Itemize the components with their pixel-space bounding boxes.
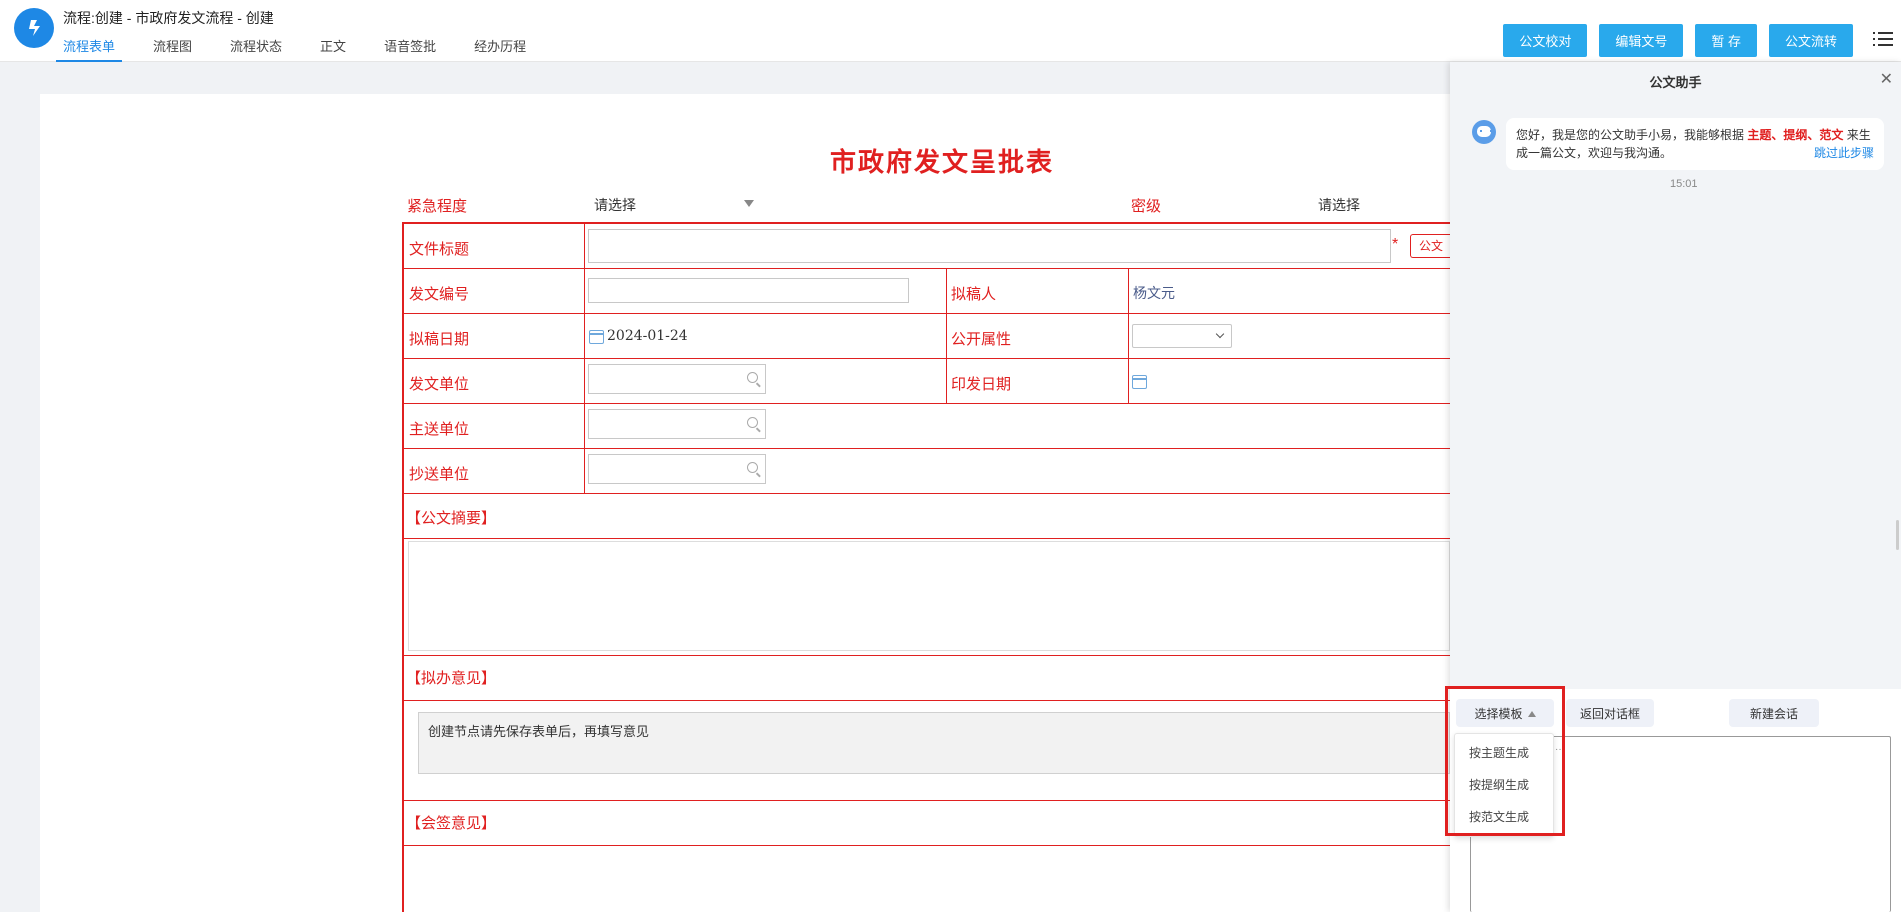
cc-label: 抄送单位 bbox=[409, 465, 470, 483]
proofread-button[interactable]: 公文校对 bbox=[1503, 24, 1588, 57]
skip-step-link[interactable]: 跳过此步骤 bbox=[1814, 144, 1874, 162]
tab-flow-form[interactable]: 流程表单 bbox=[56, 38, 123, 62]
assistant-title: 公文助手 bbox=[1649, 75, 1702, 90]
drafter-value: 杨文元 bbox=[1133, 286, 1175, 302]
keyword-topic: 主题 bbox=[1747, 128, 1772, 142]
tab-history[interactable]: 经办历程 bbox=[467, 38, 533, 62]
keyword-outline: 提纲 bbox=[1783, 128, 1808, 142]
urgency-dropdown-icon[interactable] bbox=[744, 200, 754, 207]
issuer-label: 发文单位 bbox=[409, 375, 470, 393]
print-date-label: 印发日期 bbox=[951, 375, 1012, 393]
window-title: 流程:创建 - 市政府发文流程 - 创建 bbox=[63, 10, 274, 26]
row-summary-label bbox=[404, 494, 1450, 539]
back-to-chat-button[interactable]: 返回对话框 bbox=[1566, 699, 1654, 727]
flow-button[interactable]: 公文流转 bbox=[1768, 24, 1853, 57]
close-icon[interactable]: ✕ bbox=[1880, 69, 1893, 89]
chevron-down-icon bbox=[1215, 329, 1225, 339]
template-dropdown: ··· 按主题生成 按提纲生成 按范文生成 bbox=[1454, 733, 1565, 837]
chat-history: 公文助手 ✕ 您好，我是您的公文助手小易，我能够根据 主题、提纲、范文 来生成一… bbox=[1450, 62, 1901, 689]
required-star: * bbox=[1392, 236, 1399, 253]
app-logo-icon bbox=[14, 8, 54, 48]
print-date-calendar-icon[interactable] bbox=[1132, 375, 1147, 389]
tab-bar: 流程表单 流程图 流程状态 正文 语音签批 经办历程 bbox=[56, 38, 557, 62]
doc-number-label: 发文编号 bbox=[409, 285, 470, 303]
more-dots-icon: ··· bbox=[1555, 744, 1565, 755]
row-countersign-label bbox=[404, 801, 1450, 846]
toolbar-actions: 公文校对 编辑文号 暂 存 公文流转 bbox=[1503, 24, 1853, 57]
scrollbar-handle[interactable] bbox=[1896, 520, 1899, 550]
tab-flow-status[interactable]: 流程状态 bbox=[223, 38, 289, 62]
save-draft-button[interactable]: 暂 存 bbox=[1695, 24, 1757, 57]
opinion-box[interactable]: 创建节点请先保存表单后，再填写意见 bbox=[418, 712, 1450, 774]
row-issuer bbox=[404, 359, 1450, 404]
issuer-input[interactable] bbox=[588, 364, 766, 394]
drafter-label: 拟稿人 bbox=[951, 285, 997, 303]
search-icon[interactable] bbox=[747, 417, 758, 428]
draft-date-label: 拟稿日期 bbox=[409, 330, 470, 348]
secret-level-label: 密级 bbox=[1131, 197, 1162, 215]
triangle-up-icon bbox=[1527, 710, 1536, 717]
dropdown-item-outline[interactable]: 按提纲生成 bbox=[1455, 769, 1553, 801]
main-recipient-label: 主送单位 bbox=[409, 420, 470, 438]
greeting-text: 您好，我是您的公文助手小易，我能够根据 bbox=[1516, 128, 1748, 142]
calendar-icon[interactable] bbox=[589, 330, 604, 344]
menu-list-icon[interactable] bbox=[1873, 32, 1893, 50]
row-opinion-label bbox=[404, 656, 1450, 701]
tab-voice-sign[interactable]: 语音签批 bbox=[377, 38, 443, 62]
search-icon[interactable] bbox=[747, 372, 758, 383]
draft-date-value[interactable]: 2024-01-24 bbox=[607, 328, 688, 344]
keyword-sample: 范文 bbox=[1819, 128, 1844, 142]
top-bar: 流程:创建 - 市政府发文流程 - 创建 流程表单 流程图 流程状态 正文 语音… bbox=[0, 0, 1901, 62]
row-cc bbox=[404, 449, 1450, 494]
summary-textarea[interactable] bbox=[408, 541, 1450, 651]
search-icon[interactable] bbox=[747, 462, 758, 473]
tab-flow-chart[interactable]: 流程图 bbox=[146, 38, 199, 62]
countersign-label: 【会签意见】 bbox=[406, 814, 497, 832]
main-recipient-input[interactable] bbox=[588, 409, 766, 439]
doc-title-label: 文件标题 bbox=[409, 240, 470, 258]
assistant-message: 您好，我是您的公文助手小易，我能够根据 主题、提纲、范文 来生成一篇公文，欢迎与… bbox=[1506, 118, 1884, 170]
summary-label: 【公文摘要】 bbox=[406, 509, 497, 527]
doc-number-input[interactable] bbox=[588, 278, 909, 303]
row-draft-date bbox=[404, 314, 1450, 359]
doc-title-input[interactable] bbox=[588, 229, 1391, 263]
secret-level-select[interactable]: 请选择 bbox=[1318, 195, 1360, 215]
assistant-toolbar: 选择模板 返回对话框 新建会话 bbox=[1450, 689, 1901, 735]
message-time: 15:01 bbox=[1670, 178, 1698, 190]
edit-number-button[interactable]: 编辑文号 bbox=[1599, 24, 1684, 57]
dropdown-item-sample[interactable]: 按范文生成 bbox=[1455, 801, 1553, 833]
form-title: 市政府发文呈批表 bbox=[830, 148, 1055, 178]
row-doc-number bbox=[404, 269, 1450, 314]
new-session-button[interactable]: 新建会话 bbox=[1729, 699, 1819, 727]
bot-avatar-icon bbox=[1472, 120, 1496, 144]
dropdown-item-topic[interactable]: 按主题生成 bbox=[1455, 737, 1553, 769]
urgency-label: 紧急程度 bbox=[407, 197, 468, 215]
tab-main-text[interactable]: 正文 bbox=[313, 38, 353, 62]
row-main-recipient bbox=[404, 404, 1450, 449]
select-template-button[interactable]: 选择模板 bbox=[1456, 699, 1554, 727]
opinion-hint: 创建节点请先保存表单后，再填写意见 bbox=[428, 725, 650, 740]
public-attribute-label: 公开属性 bbox=[951, 330, 1012, 348]
cc-input[interactable] bbox=[588, 454, 766, 484]
urgency-select[interactable]: 请选择 bbox=[594, 195, 636, 215]
opinion-label: 【拟办意见】 bbox=[406, 669, 497, 687]
public-attribute-select[interactable] bbox=[1132, 324, 1232, 348]
